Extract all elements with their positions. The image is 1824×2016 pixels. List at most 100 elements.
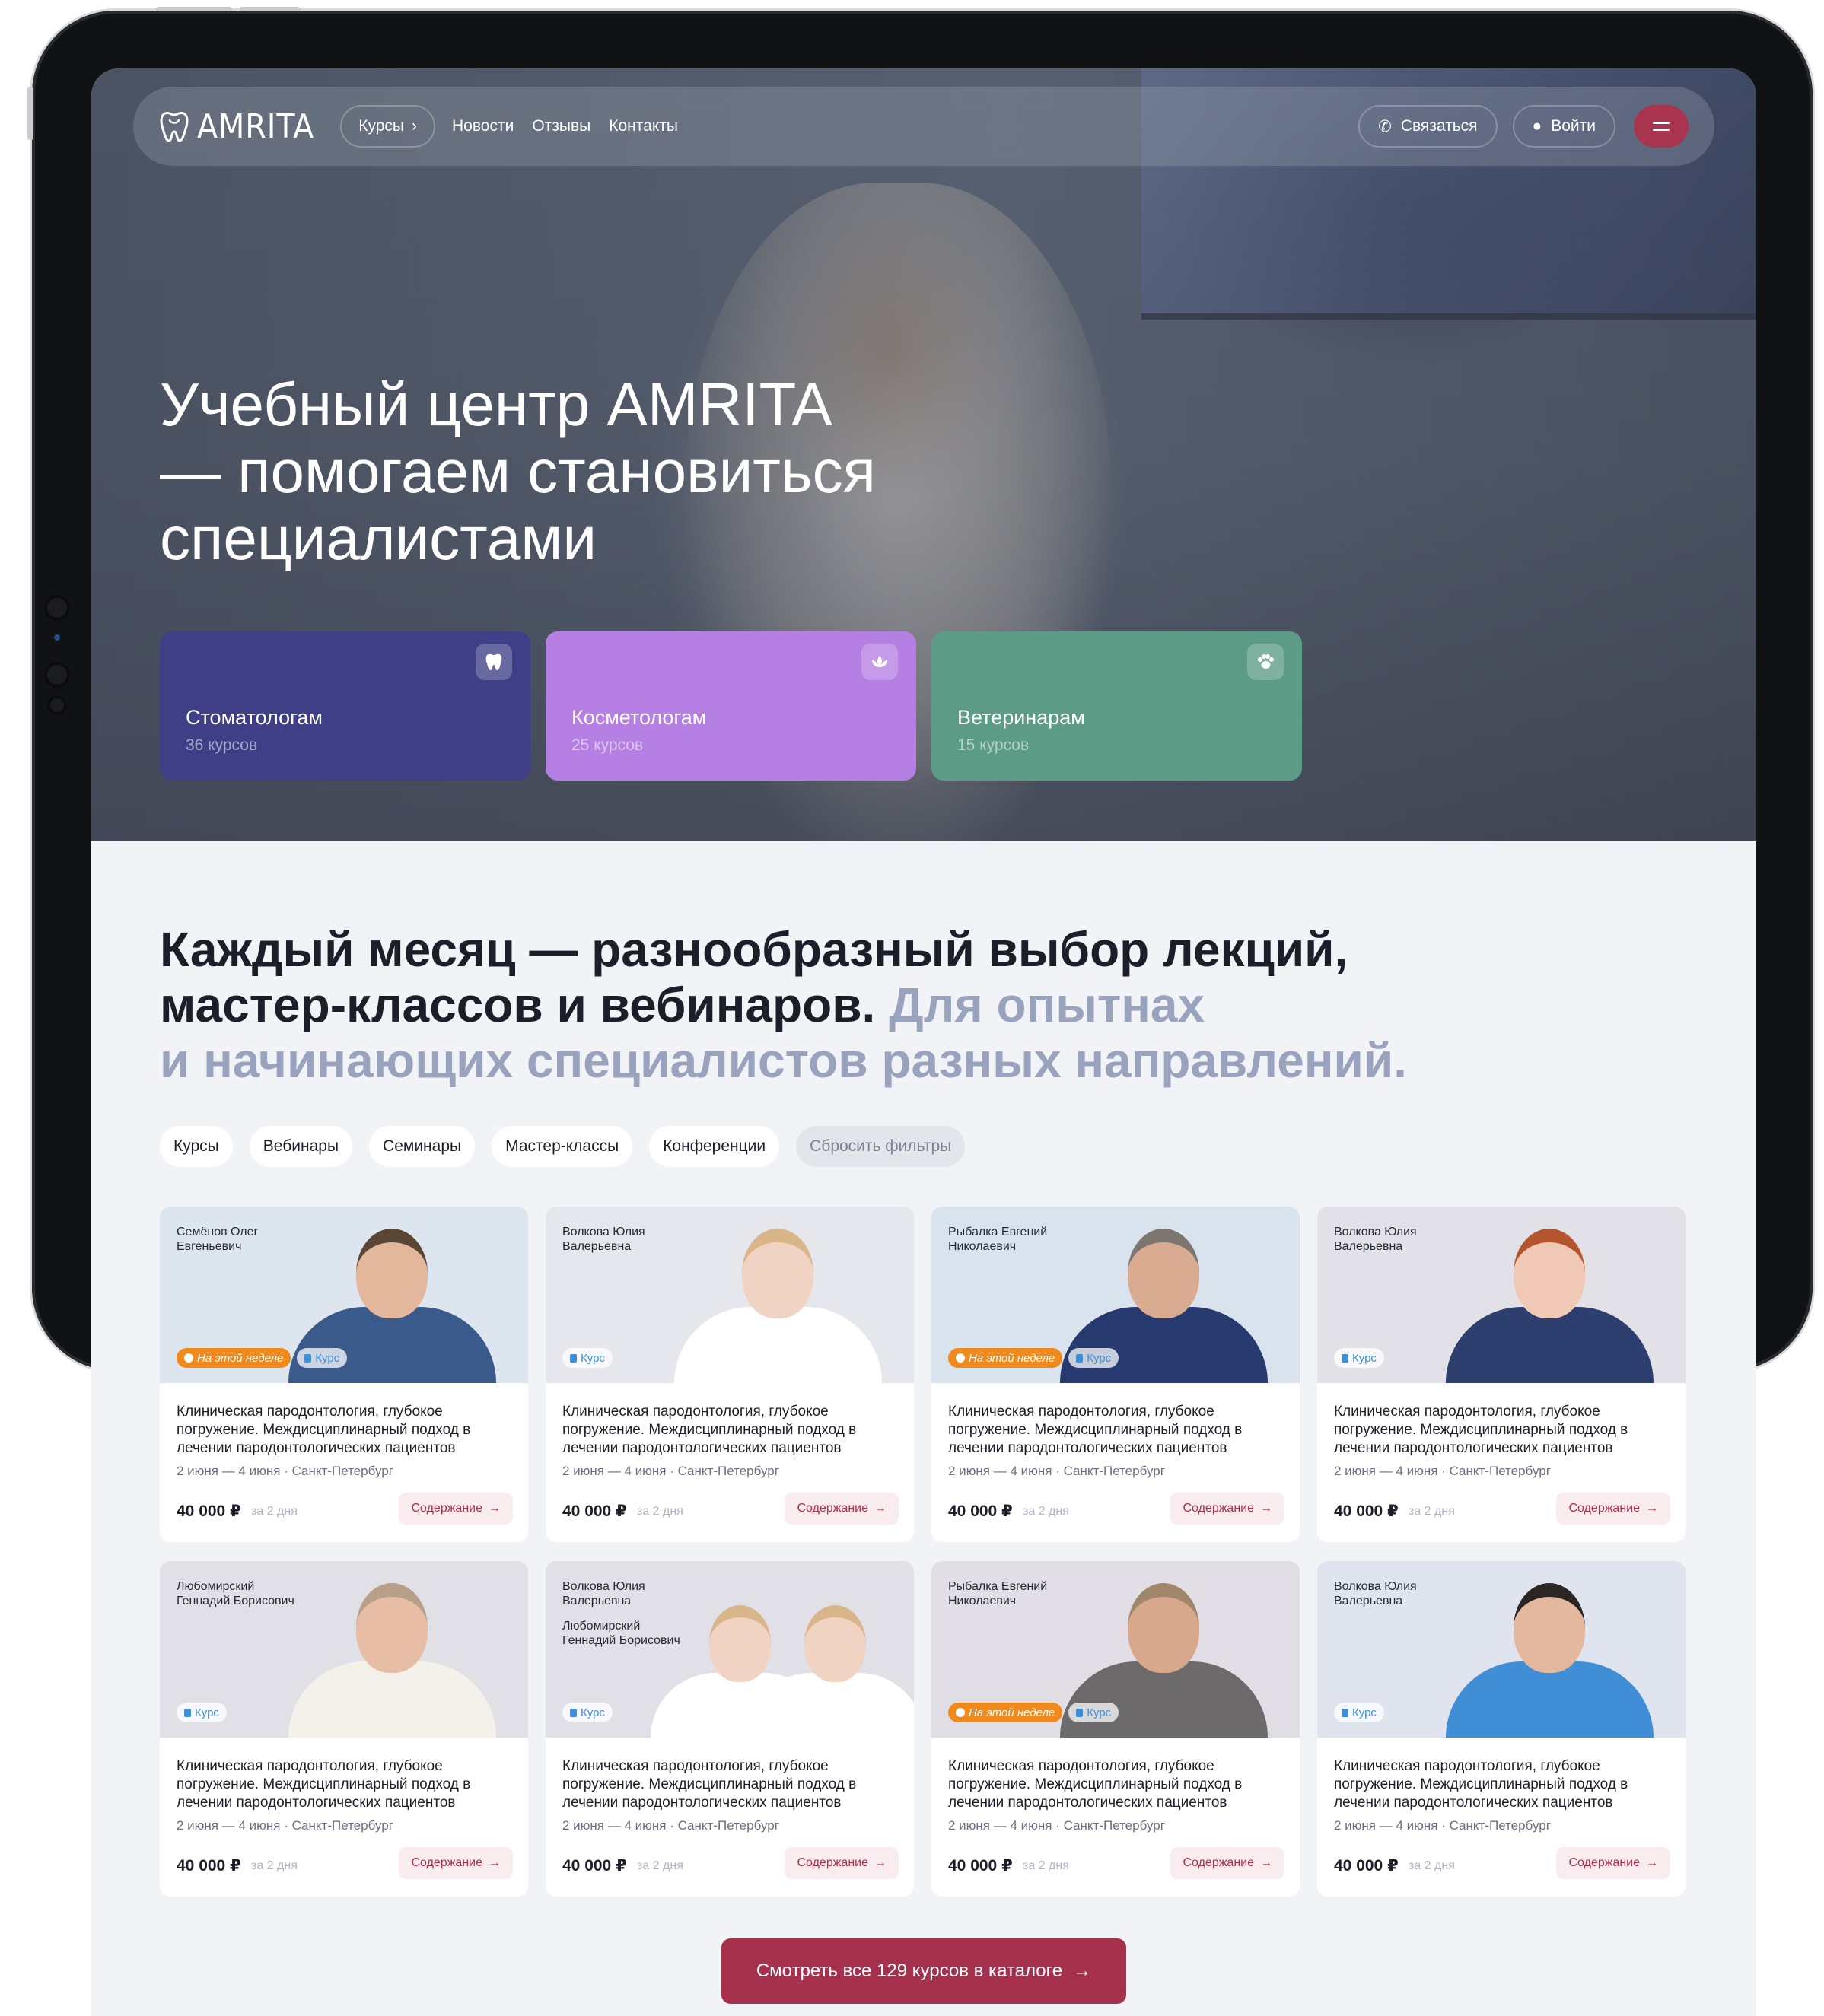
filter-chip-conferences[interactable]: Конференции <box>649 1126 780 1167</box>
catalog-cta-button[interactable]: Смотреть все 129 курсов в каталоге → <box>721 1938 1126 2004</box>
course-badges: На этой неделе Курс <box>948 1703 1119 1722</box>
course-card[interactable]: Любомирский Геннадий Борисович Курс Клинич… <box>160 1561 528 1897</box>
course-contents-button[interactable]: Содержание → <box>1170 1847 1284 1879</box>
course-contents-button[interactable]: Содержание → <box>399 1847 513 1879</box>
course-duration: за 2 дня <box>1409 1859 1455 1872</box>
course-meta: 2 июня — 4 июня · Санкт-Петербург <box>177 1464 393 1478</box>
clock-icon <box>184 1353 193 1363</box>
nav-link-reviews[interactable]: Отзывы <box>532 117 590 135</box>
portrait-body <box>673 1307 882 1383</box>
course-badges: Курс <box>177 1703 227 1722</box>
arrow-right-icon: → <box>489 1856 501 1869</box>
course-photo: Волкова Юлия Валерьевна Курс <box>1317 1561 1686 1738</box>
course-duration: за 2 дня <box>251 1859 298 1872</box>
top-navbar: AMRITA Курсы › Новости Отзывы Контакты ✆… <box>133 87 1714 166</box>
nav-link-contacts[interactable]: Контакты <box>609 117 678 135</box>
course-card[interactable]: Волкова Юлия Валерьевна Курс Клиническая п… <box>1317 1207 1686 1542</box>
logo[interactable]: AMRITA <box>159 107 314 146</box>
hero-title-line: специалистами <box>160 504 597 572</box>
nav-courses-dropdown[interactable]: Курсы › <box>340 105 436 148</box>
tooth-icon <box>476 644 512 680</box>
contact-label: Связаться <box>1400 117 1478 135</box>
course-card[interactable]: Волкова Юлия Валерьевна Курс Клиническая п… <box>546 1207 914 1542</box>
course-photo: Рыбалка Евгений Николаевич На этой неделе… <box>931 1561 1300 1738</box>
course-contents-label: Содержание <box>411 1502 482 1515</box>
course-title[interactable]: Клиническая пародонтология, глубокое пог… <box>562 1403 897 1458</box>
course-author: Рыбалка Евгений Николаевич <box>948 1580 1048 1607</box>
course-duration: за 2 дня <box>1023 1859 1069 1872</box>
menu-button[interactable] <box>1634 105 1689 148</box>
section-title-text: Каждый месяц — разнообразный выбор лекци… <box>160 922 1348 977</box>
portrait-body <box>1445 1307 1654 1383</box>
course-contents-button[interactable]: Содержание → <box>1556 1847 1670 1879</box>
portrait-head <box>355 1583 428 1673</box>
course-contents-button[interactable]: Содержание → <box>1556 1493 1670 1525</box>
filter-chips: Курсы Вебинары Семинары Мастер-классы Ко… <box>160 1126 966 1167</box>
course-contents-label: Содержание <box>1568 1502 1640 1515</box>
course-contents-button[interactable]: Содержание → <box>785 1847 899 1879</box>
course-price: 40 000 ₽ <box>948 1502 1013 1520</box>
lotus-icon-glyph <box>872 656 887 667</box>
course-price: 40 000 ₽ <box>1334 1857 1399 1874</box>
course-card[interactable]: Волкова Юлия Валерьевна Курс Клиническая п… <box>1317 1561 1686 1897</box>
logo-text: AMRITA <box>197 107 315 146</box>
login-button[interactable]: ● Войти <box>1512 105 1615 148</box>
course-card[interactable]: Рыбалка Евгений Николаевич На этой неделе… <box>931 1561 1300 1897</box>
course-duration: за 2 дня <box>251 1505 298 1518</box>
course-title[interactable]: Клиническая пародонтология, глубокое пог… <box>1334 1403 1669 1458</box>
clock-icon <box>956 1353 965 1363</box>
section-title: Каждый месяц — разнообразный выбор лекци… <box>160 922 1606 1089</box>
course-duration: за 2 дня <box>1023 1505 1069 1518</box>
filter-chip-seminars[interactable]: Семинары <box>369 1126 476 1167</box>
course-badges: Курс <box>1334 1348 1384 1368</box>
portrait-head <box>1513 1229 1586 1318</box>
category-card-dentists[interactable]: Стоматологам 36 курсов <box>160 631 530 781</box>
course-title[interactable]: Клиническая пародонтология, глубокое пог… <box>948 1403 1283 1458</box>
filter-chip-courses[interactable]: Курсы <box>160 1126 233 1167</box>
this-week-badge: На этой неделе <box>948 1703 1063 1722</box>
filter-chip-webinars[interactable]: Вебинары <box>249 1126 353 1167</box>
arrow-right-icon: → <box>1260 1856 1272 1869</box>
course-title[interactable]: Клиническая пародонтология, глубокое пог… <box>177 1403 511 1458</box>
course-card[interactable]: Рыбалка Евгений Николаевич На этой неделе… <box>931 1207 1300 1542</box>
tablet-sensor <box>47 695 67 715</box>
course-title[interactable]: Клиническая пародонтология, глубокое пог… <box>177 1757 511 1812</box>
course-photo: Волкова Юлия Валерьевна Курс <box>546 1207 914 1383</box>
user-icon: ● <box>1532 117 1542 135</box>
bookmark-icon <box>570 1353 577 1363</box>
course-contents-button[interactable]: Содержание → <box>1170 1493 1284 1525</box>
course-meta: 2 июня — 4 июня · Санкт-Петербург <box>177 1818 393 1833</box>
course-title[interactable]: Клиническая пародонтология, глубокое пог… <box>948 1757 1283 1812</box>
category-name: Ветеринарам <box>957 706 1085 729</box>
course-contents-button[interactable]: Содержание → <box>399 1493 513 1525</box>
course-price: 40 000 ₽ <box>177 1857 241 1874</box>
nav-link-news[interactable]: Новости <box>452 117 514 135</box>
course-title[interactable]: Клиническая пародонтология, глубокое пог… <box>562 1757 897 1812</box>
course-price: 40 000 ₽ <box>948 1857 1013 1874</box>
course-meta: 2 июня — 4 июня · Санкт-Петербург <box>562 1464 779 1478</box>
filter-chip-masterclasses[interactable]: Мастер-классы <box>492 1126 633 1167</box>
course-author: Любомирский Геннадий Борисович <box>177 1580 294 1607</box>
reset-filters-button[interactable]: Сбросить фильтры <box>796 1126 966 1167</box>
category-card-cosmetologists[interactable]: Косметологам 25 курсов <box>546 631 916 781</box>
course-author: Волкова Юлия Валерьевна <box>1334 1226 1417 1253</box>
course-card[interactable]: Волкова Юлия Валерьевна Любомирский Генна… <box>546 1561 914 1897</box>
course-meta: 2 июня — 4 июня · Санкт-Петербург <box>1334 1818 1551 1833</box>
course-contents-button[interactable]: Содержание → <box>785 1493 899 1525</box>
course-badges: На этой неделе Курс <box>177 1348 348 1368</box>
course-title[interactable]: Клиническая пародонтология, глубокое пог… <box>1334 1757 1669 1812</box>
login-label: Войти <box>1551 117 1596 135</box>
category-card-vets[interactable]: Ветеринарам 15 курсов <box>931 631 1302 781</box>
portrait-head <box>741 1229 814 1318</box>
portrait-body <box>1059 1307 1268 1383</box>
contact-button[interactable]: ✆ Связаться <box>1358 105 1498 148</box>
course-type-badge: Курс <box>1068 1703 1119 1722</box>
course-card[interactable]: Семёнов Олег Евгеньевич На этой неделе Кур… <box>160 1207 528 1542</box>
course-duration: за 2 дня <box>1409 1505 1455 1518</box>
course-photo: Рыбалка Евгений Николаевич На этой неделе… <box>931 1207 1300 1383</box>
course-type-badge: Курс <box>297 1348 348 1368</box>
arrow-right-icon: → <box>874 1856 887 1869</box>
bookmark-icon <box>1076 1708 1084 1717</box>
course-type-badge: Курс <box>562 1348 613 1368</box>
tooth-icon-glyph <box>485 653 502 670</box>
